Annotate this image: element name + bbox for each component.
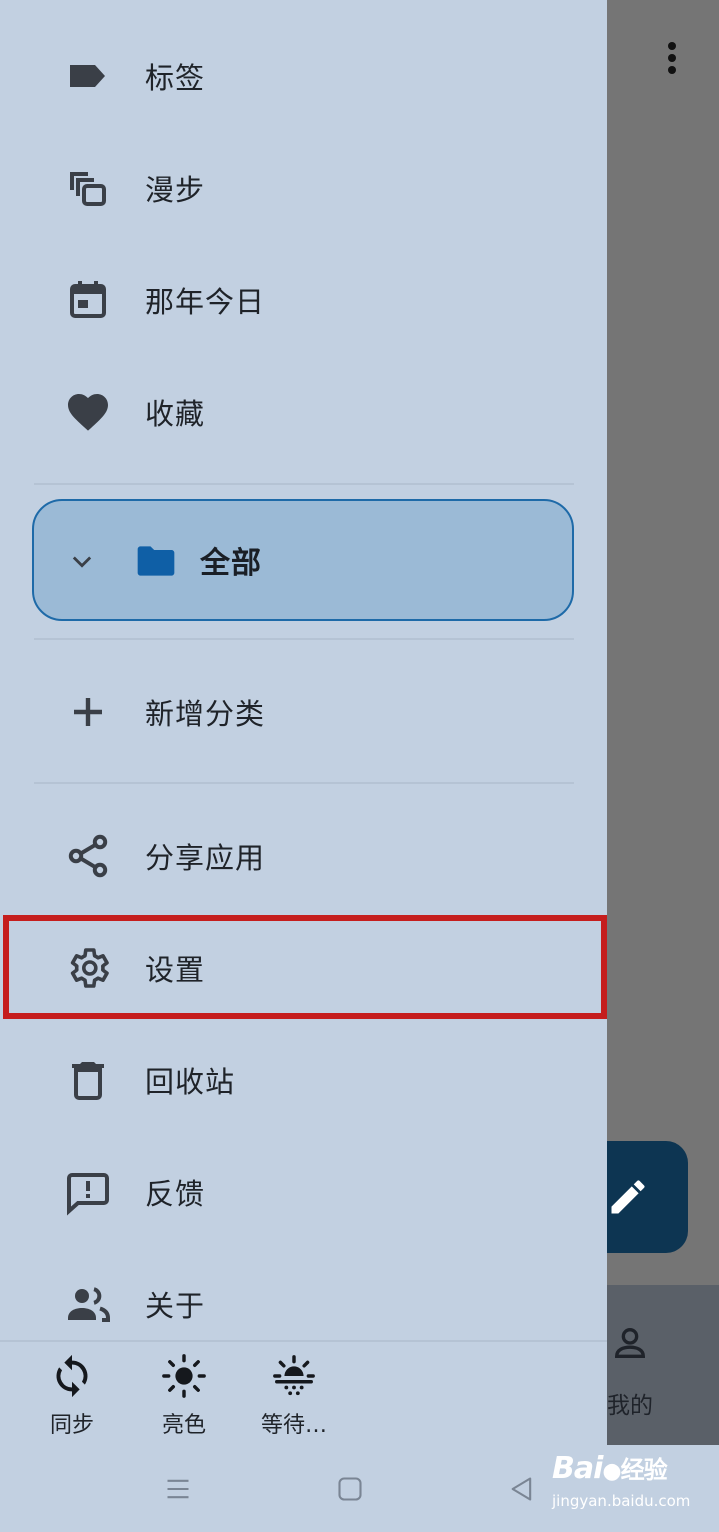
drawer-item-label: 标签 xyxy=(145,61,206,95)
folder-all[interactable]: 全部 xyxy=(32,499,574,621)
paw-icon: ● xyxy=(602,1459,621,1484)
back-icon[interactable] xyxy=(508,1475,536,1503)
calendar-icon xyxy=(70,281,106,318)
theme-light-label: 亮色 xyxy=(161,1413,206,1438)
feedback-icon xyxy=(67,1173,109,1216)
heart-icon xyxy=(68,394,108,431)
folder-icon xyxy=(137,546,175,576)
more-vert-icon[interactable] xyxy=(660,40,684,80)
footer-divider xyxy=(0,1340,607,1342)
drawer-item-label: 分享应用 xyxy=(145,841,266,875)
drawer-item-label: 收藏 xyxy=(145,397,206,431)
waiting-button[interactable]: 等待… xyxy=(244,1353,344,1438)
drawer-item-label: 回收站 xyxy=(145,1065,236,1099)
divider xyxy=(34,782,574,784)
drawer-item-labels[interactable]: 标签 xyxy=(0,20,607,132)
watermark-brand: Bai●经验 xyxy=(552,1451,668,1486)
person-icon[interactable] xyxy=(610,1323,650,1367)
gear-icon xyxy=(70,948,109,988)
sync-button[interactable]: 同步 xyxy=(22,1353,122,1438)
drawer-item-label: 漫步 xyxy=(145,173,206,207)
drawer-item-about[interactable]: 关于 xyxy=(0,1248,607,1360)
sync-label: 同步 xyxy=(49,1413,94,1438)
chevron-down-icon[interactable] xyxy=(68,547,96,575)
drawer-item-label: 设置 xyxy=(145,953,206,987)
theme-light-button[interactable]: 亮色 xyxy=(134,1353,234,1438)
share-icon xyxy=(68,834,108,878)
waiting-label: 等待… xyxy=(260,1413,327,1438)
plus-icon xyxy=(74,698,102,726)
drawer-item-favorites[interactable]: 收藏 xyxy=(0,356,607,468)
divider xyxy=(34,638,574,640)
folder-label: 全部 xyxy=(200,546,262,581)
add-category-button[interactable]: 新增分类 xyxy=(0,656,607,768)
drawer-item-label: 关于 xyxy=(145,1289,206,1323)
divider xyxy=(34,483,574,485)
add-category-label: 新增分类 xyxy=(145,697,266,731)
home-icon[interactable] xyxy=(336,1475,364,1503)
drawer-item-label: 反馈 xyxy=(145,1177,206,1211)
baidu-watermark: Bai●经验 jingyan.baidu.com xyxy=(552,1448,712,1518)
drawer-item-settings[interactable]: 设置 xyxy=(0,912,607,1024)
nav-mine-label[interactable]: 我的 xyxy=(600,1386,660,1420)
drawer-item-label: 那年今日 xyxy=(145,285,266,319)
watermark-url: jingyan.baidu.com xyxy=(552,1492,691,1510)
drawer-item-on-this-day[interactable]: 那年今日 xyxy=(0,244,607,356)
drawer-item-wander[interactable]: 漫步 xyxy=(0,132,607,244)
drawer-item-feedback[interactable]: 反馈 xyxy=(0,1136,607,1248)
sun-dim-icon xyxy=(273,1355,315,1396)
recents-icon[interactable] xyxy=(164,1475,192,1503)
stack-copy-icon xyxy=(70,172,106,206)
navigation-drawer: 标签 漫步 那年今日 收藏 全部 新增分类 分享应用 设置 回收站 反馈 关于 … xyxy=(0,0,607,1445)
people-icon xyxy=(68,1287,110,1322)
sun-icon xyxy=(162,1354,206,1398)
pencil-icon xyxy=(611,1180,645,1214)
drawer-item-trash[interactable]: 回收站 xyxy=(0,1024,607,1136)
label-icon xyxy=(70,65,105,87)
sync-icon xyxy=(56,1354,88,1398)
trash-icon xyxy=(72,1062,104,1100)
drawer-item-share-app[interactable]: 分享应用 xyxy=(0,800,607,912)
